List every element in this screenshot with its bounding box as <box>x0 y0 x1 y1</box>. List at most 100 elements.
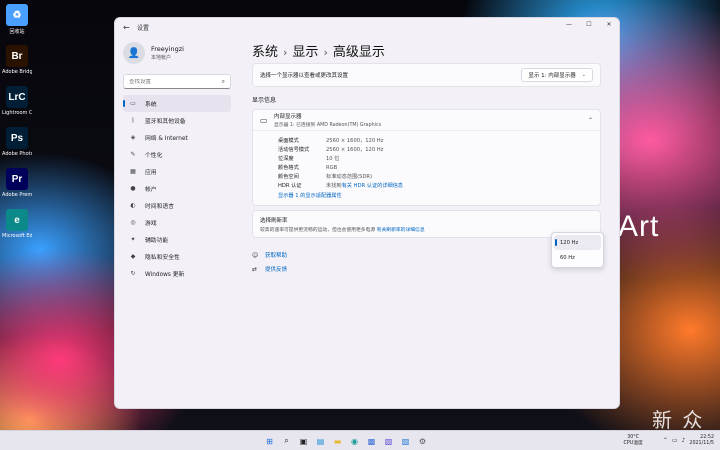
tray-monitor-icon[interactable]: ▭ <box>672 437 678 444</box>
sidebar-item-personalization[interactable]: ✎ 个性化 <box>123 146 231 163</box>
mail-icon[interactable]: ▧ <box>381 434 396 448</box>
desktop-premiere-shortcut[interactable]: Pr Adobe Premiere Pro <box>2 168 32 198</box>
photos-icon[interactable]: ▨ <box>398 434 413 448</box>
tray-overflow-icon[interactable]: ⌃ <box>663 437 668 444</box>
sidebar-item-label: 系统 <box>145 102 157 108</box>
search-box[interactable]: ⌕ <box>123 74 231 89</box>
info-key: 活动信号模式 <box>278 147 310 153</box>
select-display-label: 选择一个显示器以查看或更改其设置 <box>260 73 349 79</box>
sidebar-item-accounts[interactable]: ● 帐户 <box>123 180 231 197</box>
breadcrumb-system[interactable]: 系统 <box>252 45 278 60</box>
info-value: 10 位 <box>326 156 340 162</box>
sidebar-item-label: 隐私和安全性 <box>145 255 180 261</box>
desktop-recycle-bin-shortcut[interactable]: ♻ 回收站 <box>2 4 32 35</box>
help-link[interactable]: ☺ 获取帮助 <box>252 248 601 262</box>
desktop-icon-label: 回收站 <box>9 29 25 35</box>
desktop-bridge-shortcut[interactable]: Br Adobe Bridge <box>2 45 32 75</box>
clock[interactable]: 22:52 2021/11/5 <box>689 435 714 447</box>
sidebar-item-label: 蓝牙和其他设备 <box>145 119 186 125</box>
window-controls: — ☐ ✕ <box>559 18 619 30</box>
info-key: 位深度 <box>278 156 294 162</box>
search-input[interactable] <box>129 78 209 85</box>
settings-window: ← 设置 — ☐ ✕ 👤 Freeyingzi 本地帐户 ⌕ ▭ 系统 ᛒ 蓝牙和其他… <box>114 17 620 409</box>
breadcrumb-display[interactable]: 显示 <box>292 45 318 60</box>
refresh-rate-option[interactable]: 60 Hz <box>554 250 601 265</box>
search-icon[interactable]: ⌕ <box>222 78 225 86</box>
help-icon: ☺ <box>252 251 259 259</box>
user-profile[interactable]: 👤 Freeyingzi 本地帐户 <box>115 36 237 70</box>
sidebar-item-network[interactable]: ◈ 网络 & Internet <box>123 129 231 146</box>
refresh-rate-dropdown-menu: 120 Hz 60 Hz <box>551 232 604 268</box>
person-icon: ● <box>130 185 136 192</box>
taskbar: ⊞ ⌕ ▣ ▤ ▬ ◉ ▩ ▧ ▨ ⚙ 30°C CPU温度 ⌃ ▭ ♪ 22:52 2021/1… <box>0 430 720 450</box>
sidebar-item-label: 时间和语言 <box>145 204 174 210</box>
window-title: 设置 <box>137 24 150 32</box>
select-display-card: 选择一个显示器以查看或更改其设置 显示 1: 内部显示器 ⌄ <box>252 63 601 87</box>
desktop-photoshop-shortcut[interactable]: Ps Adobe Photoshop <box>2 127 32 157</box>
recycle-bin-icon: ♻ <box>6 4 28 26</box>
account-type: 本地帐户 <box>151 55 172 61</box>
edge-icon: e <box>6 209 28 231</box>
weather-widget[interactable]: 30°C CPU温度 <box>623 435 642 447</box>
chevron-up-icon[interactable]: ⌃ <box>588 117 593 124</box>
adapter-properties-link[interactable]: 显示器 1 的显示适配器属性 <box>278 190 600 200</box>
explorer-icon[interactable]: ▬ <box>330 434 345 448</box>
system-tray: 30°C CPU温度 ⌃ ▭ ♪ 22:52 2021/11/5 <box>623 431 720 450</box>
desktop-icon-label: Adobe Premiere Pro <box>2 192 32 198</box>
feedback-icon: ⇄ <box>252 265 258 273</box>
maximize-button[interactable]: ☐ <box>579 18 599 30</box>
display-info-row: 颜色空间 标准动态范围(SDR) <box>278 172 600 181</box>
help-link-label: 获取帮助 <box>265 253 288 259</box>
desktop-icon-label: Adobe Photoshop <box>2 151 32 157</box>
taskview-icon[interactable]: ▣ <box>296 434 311 448</box>
user-name: Freeyingzi <box>151 45 184 53</box>
weather-desc: CPU温度 <box>623 440 643 446</box>
refresh-rate-desc-text: 较高的速率可提供更流畅的运动，但也会使用更多电源 <box>260 227 376 233</box>
title-bar: ← 设置 — ☐ ✕ <box>115 18 619 36</box>
sidebar-item-apps[interactable]: ▦ 应用 <box>123 163 231 180</box>
monitor-icon: ▭ <box>260 115 268 125</box>
sidebar-item-accessibility[interactable]: ✦ 辅助功能 <box>123 231 231 248</box>
accessibility-icon: ✦ <box>130 236 136 243</box>
minimize-button[interactable]: — <box>559 18 579 30</box>
start-icon[interactable]: ⊞ <box>262 434 277 448</box>
info-key: 颜色空间 <box>278 174 299 180</box>
display-info-list: 桌面模式 2560 × 1600，120 Hz 活动信号模式 2560 × 1600，… <box>253 131 600 205</box>
sidebar-item-label: 辅助功能 <box>145 238 169 244</box>
sidebar-item-label: 个性化 <box>145 153 163 159</box>
breadcrumb: 系统 › 显示 › 高级显示 <box>252 41 601 63</box>
sidebar-item-bluetooth[interactable]: ᛒ 蓝牙和其他设备 <box>123 112 231 129</box>
desktop-icon-label: Microsoft Edge <box>2 233 32 239</box>
sidebar-item-time[interactable]: ◐ 时间和语言 <box>123 197 231 214</box>
display-header[interactable]: ▭ 内部显示器 显示器 1: 已连接到 AMD Radeon(TM) Graph… <box>253 110 600 131</box>
widgets-icon[interactable]: ▤ <box>313 434 328 448</box>
brush-icon: ✎ <box>130 151 136 158</box>
display-info-row: 活动信号模式 2560 × 1600，120 Hz <box>278 145 600 154</box>
update-icon: ↻ <box>130 270 136 277</box>
edge-icon[interactable]: ◉ <box>347 434 362 448</box>
volume-icon[interactable]: ♪ <box>682 437 686 444</box>
display-name: 内部显示器 <box>274 114 302 120</box>
feedback-link[interactable]: ⇄ 提供反馈 <box>252 262 601 276</box>
wallpaper-art-text: Art <box>618 210 660 243</box>
refresh-rate-option[interactable]: 120 Hz <box>554 235 601 250</box>
refresh-rate-link[interactable]: 有关刷新率的详细信息 <box>377 228 425 233</box>
close-button[interactable]: ✕ <box>599 18 619 30</box>
sidebar-item-system[interactable]: ▭ 系统 <box>123 95 231 112</box>
display-select-dropdown[interactable]: 显示 1: 内部显示器 ⌄ <box>521 68 593 82</box>
sidebar-item-label: 网络 & Internet <box>145 136 188 142</box>
sidebar-item-update[interactable]: ↻ Windows 更新 <box>123 265 231 282</box>
sidebar-item-privacy[interactable]: ◆ 隐私和安全性 <box>123 248 231 265</box>
desktop-edge-shortcut[interactable]: e Microsoft Edge <box>2 209 32 239</box>
sidebar: 👤 Freeyingzi 本地帐户 ⌕ ▭ 系统 ᛒ 蓝牙和其他设备 ◈ 网络 & Int… <box>115 36 237 408</box>
back-arrow-icon[interactable]: ← <box>123 23 137 32</box>
hdr-info-link[interactable]: 有关 HDR 认证的详细信息 <box>342 182 404 189</box>
page-title: 高级显示 <box>332 45 385 60</box>
sidebar-item-gaming[interactable]: ◎ 游戏 <box>123 214 231 231</box>
settings-icon[interactable]: ⚙ <box>415 434 430 448</box>
refresh-rate-title: 选择刷新率 <box>260 217 288 224</box>
store-icon[interactable]: ▩ <box>364 434 379 448</box>
search-icon[interactable]: ⌕ <box>279 434 294 448</box>
desktop-lightroom-shortcut[interactable]: LrC Lightroom Classic <box>2 86 32 116</box>
bridge-icon: Br <box>6 45 28 67</box>
